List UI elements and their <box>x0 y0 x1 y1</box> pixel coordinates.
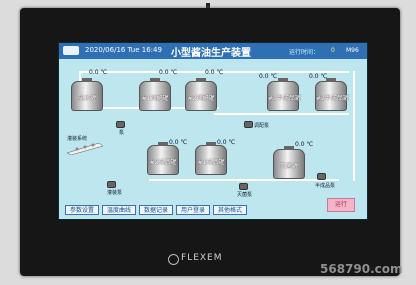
tank-sterile[interactable]: 灭菌罐 <box>273 146 305 179</box>
tank-label: #1半成品罐 <box>268 95 301 102</box>
tank-label: #2成品罐 <box>149 159 177 166</box>
tank-label: 灭菌罐 <box>279 163 298 170</box>
pump-a-label: 泵 <box>119 130 125 136</box>
nav-data-record-button[interactable]: 数据记录 <box>139 205 173 215</box>
pump-e-label: 半成品泵 <box>315 183 336 189</box>
page-title: 小型酱油生产装置 <box>171 48 251 59</box>
brand-name: FLEXEM <box>181 253 223 263</box>
header-bar: 2020/06/16 Tue 16:49 小型酱油生产装置 运行时间： 0 M9… <box>59 43 367 59</box>
temp-readout: 0.0 ℃ <box>309 73 328 80</box>
temp-readout: 0.0 ℃ <box>169 139 188 146</box>
conveyor-label: 灌装系统 <box>67 136 88 142</box>
temp-readout: 0.0 ℃ <box>205 69 224 76</box>
nav-other-button[interactable]: 其他格式 <box>213 205 247 215</box>
tank-prod2[interactable]: #2成品罐 <box>147 142 179 175</box>
pump-c-icon[interactable] <box>107 181 116 188</box>
temp-readout: 0.0 ℃ <box>295 141 314 148</box>
pump-d-icon[interactable] <box>239 183 248 190</box>
tank-prod1[interactable]: #1成品罐 <box>195 142 227 175</box>
temp-readout: 0.0 ℃ <box>217 139 236 146</box>
pipe-bottom <box>149 179 339 181</box>
runtime-label: 运行时间： <box>289 49 320 56</box>
pump-d-label: 灭菌泵 <box>237 192 253 198</box>
hmi-screen: 2020/06/16 Tue 16:49 小型酱油生产装置 运行时间： 0 M9… <box>58 42 368 220</box>
pipe-right-vertical <box>353 71 355 181</box>
version-label: M96 <box>346 47 359 54</box>
conveyor-icon[interactable] <box>65 141 105 155</box>
tank-label: 盐水罐 <box>77 95 96 102</box>
tank-label: #2调配罐 <box>187 95 215 102</box>
temp-readout: 0.0 ℃ <box>159 69 178 76</box>
nav-user-login-button[interactable]: 用户登录 <box>176 205 210 215</box>
pump-e-icon[interactable] <box>317 173 326 180</box>
nav-temp-curve-button[interactable]: 温度曲线 <box>102 205 136 215</box>
tank-semi1[interactable]: #1半成品罐 <box>267 78 301 111</box>
pump-b-icon[interactable] <box>244 121 253 128</box>
pipe-middle-right <box>214 113 349 115</box>
tank-label: #2半成品罐 <box>316 95 349 102</box>
datetime: 2020/06/16 Tue 16:49 <box>85 46 162 54</box>
run-button[interactable]: 运行 <box>327 198 355 212</box>
temp-readout: 0.0 ℃ <box>89 69 108 76</box>
pump-c-label: 灌装泵 <box>107 190 123 196</box>
nav-params-button[interactable]: 参数设置 <box>65 205 99 215</box>
tank-label: #1调配罐 <box>141 95 169 102</box>
tank-semi2[interactable]: #2半成品罐 <box>315 78 349 111</box>
company-logo-icon <box>63 46 79 55</box>
tank-mix1[interactable]: #1调配罐 <box>139 78 171 111</box>
runtime-value: 0 <box>331 47 335 54</box>
pump-b-label: 调配泵 <box>254 123 270 129</box>
watermark-text: 568790.com <box>320 262 403 276</box>
tank-mix2[interactable]: #2调配罐 <box>185 78 217 111</box>
tank-water[interactable]: 盐水罐 <box>71 78 103 111</box>
pump-a-icon[interactable] <box>116 121 125 128</box>
tank-label: #1成品罐 <box>197 159 225 166</box>
temp-readout: 0.0 ℃ <box>259 73 278 80</box>
flexem-logo-icon <box>168 254 179 265</box>
